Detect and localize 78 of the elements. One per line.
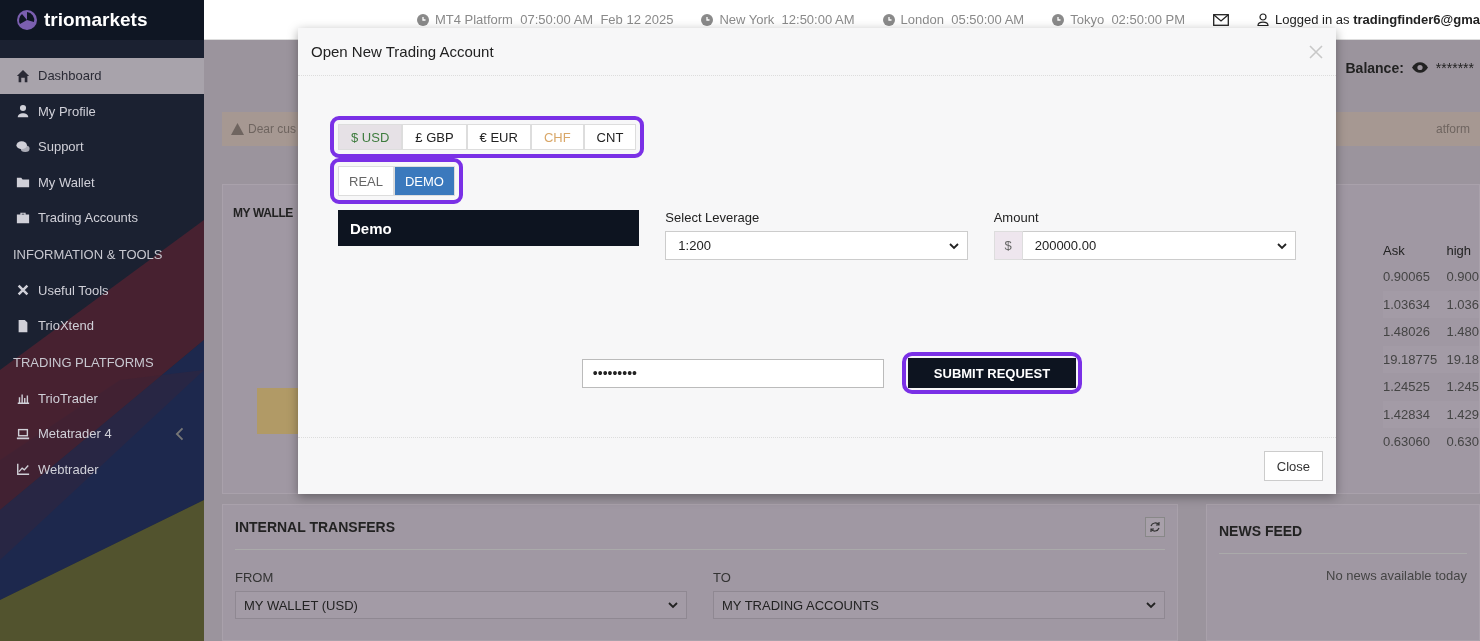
tools-icon — [16, 283, 30, 298]
refresh-icon — [1149, 521, 1161, 533]
table-cell-text: 0.900 — [1446, 268, 1479, 287]
currency-option[interactable]: £ GBP — [402, 124, 467, 150]
brand-name: triomarkets — [44, 9, 148, 31]
home-icon — [16, 68, 30, 83]
field-label: FROM — [235, 570, 275, 585]
currency-prefix: $ — [993, 231, 1023, 260]
clock-icon — [1052, 13, 1065, 26]
sidebar-item[interactable]: Support — [0, 129, 204, 165]
warning-icon — [231, 123, 244, 135]
modal-title: Open New Trading Account — [311, 43, 494, 60]
table-cell-text: 1.48026 — [1383, 323, 1431, 342]
sidebar-item[interactable]: Trading Accounts — [0, 200, 204, 236]
clock-icon — [701, 13, 714, 26]
sidebar-item[interactable]: Webtrader — [0, 451, 204, 487]
account-type-option[interactable]: DEMO — [393, 166, 455, 196]
panel-title: MY WALLE — [233, 206, 293, 220]
currency-option[interactable]: $ USD — [338, 124, 403, 150]
column-header: high — [1446, 241, 1473, 260]
sidebar-item[interactable]: Useful Tools — [0, 272, 204, 308]
currency-option[interactable]: € EUR — [466, 124, 531, 150]
eye-icon[interactable] — [1411, 62, 1428, 73]
table-cell-text: 1.24525 — [1383, 378, 1431, 397]
column-header: Ask — [1383, 241, 1406, 260]
account-banner: Demo — [338, 210, 640, 246]
sidebar-item[interactable]: Metatrader 4 — [0, 416, 204, 452]
chevron-down-icon — [948, 240, 959, 251]
refresh-button[interactable] — [1145, 517, 1165, 537]
user-icon — [1257, 13, 1270, 26]
clock-icon — [882, 13, 895, 26]
sidebar-item[interactable]: Dashboard — [0, 58, 204, 94]
table-cell-text: 1.245 — [1446, 378, 1479, 397]
table-cell-text: 1.480 — [1446, 323, 1479, 342]
chat-icon — [16, 139, 30, 154]
submit-button[interactable]: SUBMIT REQUEST — [907, 358, 1077, 388]
sidebar-item[interactable]: My Wallet — [0, 164, 204, 200]
empty-message: No news available today — [1326, 568, 1467, 583]
sidebar-section-title: INFORMATION & TOOLS — [12, 245, 164, 264]
sidebar-item[interactable]: TrioTrader — [0, 380, 204, 416]
leverage-select[interactable]: 1:200 — [665, 231, 968, 260]
to-select[interactable]: MY TRADING ACCOUNTS — [713, 591, 1165, 619]
sidebar-item[interactable]: My Profile — [0, 93, 204, 129]
field-label: TO — [713, 570, 732, 585]
from-select[interactable]: MY WALLET (USD) — [235, 591, 687, 619]
line-chart-icon — [16, 462, 30, 477]
field-label: Select Leverage — [665, 210, 761, 225]
chevron-down-icon — [1277, 240, 1287, 251]
chevron-down-icon — [668, 600, 678, 610]
chevron-down-icon — [1146, 600, 1156, 610]
mail-icon[interactable] — [1213, 13, 1230, 26]
logged-in-text: Logged in as tradingfinder6@gma — [1275, 12, 1480, 27]
balance-label: Balance: — [1345, 59, 1404, 76]
logo-icon — [16, 9, 38, 31]
currency-option[interactable]: CNT — [583, 124, 637, 150]
clock-icon — [416, 13, 429, 26]
password-field[interactable]: ••••••••• — [581, 358, 884, 388]
folder-icon — [16, 175, 30, 190]
table-cell-text: 0.90065 — [1383, 268, 1431, 287]
panel-title: NEWS FEED — [1219, 523, 1303, 539]
clock-text: London 05:50:00 AM — [900, 12, 1025, 27]
panel-title: INTERNAL TRANSFERS — [235, 519, 395, 535]
file-icon — [16, 318, 30, 333]
close-button[interactable]: Close — [1263, 451, 1323, 481]
table-cell-text: 0.630 — [1446, 433, 1479, 452]
field-label: Amount — [993, 210, 1040, 225]
clock-text: Tokyo 02:50:00 PM — [1070, 12, 1186, 27]
account-type-option[interactable]: REAL — [338, 166, 394, 196]
clock-text: MT4 Platform 07:50:00 AM Feb 12 2025 — [434, 12, 674, 27]
clock-text: New York 12:50:00 AM — [719, 12, 855, 27]
user-icon — [16, 104, 30, 119]
sidebar-section-title: TRADING PLATFORMS — [12, 353, 155, 372]
sidebar-item[interactable]: TrioXtend — [0, 308, 204, 344]
briefcase-icon — [16, 210, 30, 225]
amount-select[interactable]: 200000.00 — [1022, 231, 1296, 260]
table-cell-text: 0.63060 — [1383, 433, 1431, 452]
laptop-icon — [16, 426, 30, 441]
balance-value: ******* — [1435, 59, 1474, 76]
